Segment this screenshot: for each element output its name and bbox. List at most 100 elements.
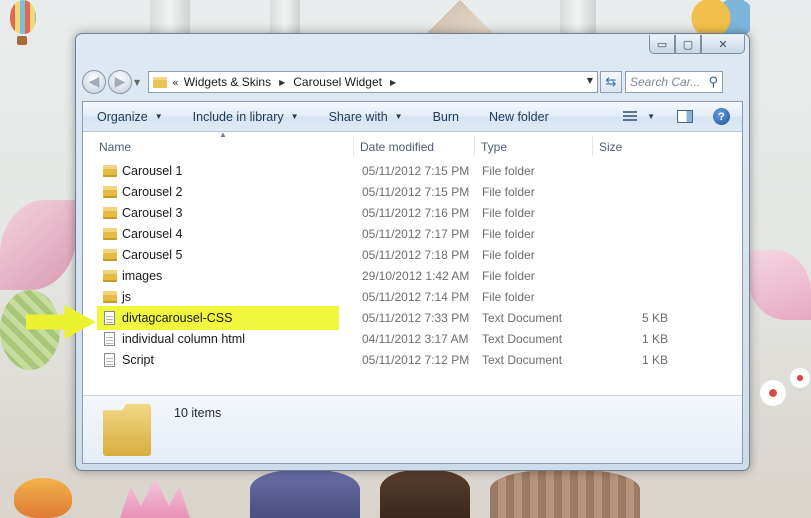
details-pane: 10 items xyxy=(83,395,742,463)
file-row[interactable]: individual column html 04/11/2012 3:17 AM… xyxy=(97,328,677,349)
file-type: Text Document xyxy=(482,352,563,367)
file-name: individual column html xyxy=(122,331,245,346)
breadcrumb-separator-icon[interactable]: ▶ xyxy=(279,78,285,87)
preview-pane-icon[interactable] xyxy=(677,110,693,123)
refresh-button[interactable]: ⇆ xyxy=(600,71,622,93)
file-row[interactable]: images 29/10/2012 1:42 AM File folder xyxy=(97,265,677,286)
file-type: Text Document xyxy=(482,331,563,346)
file-name: Carousel 2 xyxy=(122,184,183,199)
folder-icon xyxy=(103,248,117,261)
text-document-icon xyxy=(104,310,115,325)
recent-pages-dropdown[interactable]: ▼ xyxy=(134,78,144,87)
file-name: divtagcarousel-CSS xyxy=(122,310,233,325)
file-date-modified: 05/11/2012 7:17 PM xyxy=(362,226,470,241)
explorer-window: ▭ ▢ ✕ ◀ ▶ ▼ « Widgets & Skins ▶ Carousel… xyxy=(75,33,750,471)
file-size: 5 KB xyxy=(641,310,668,325)
bird-decoration xyxy=(14,478,72,518)
folder-icon xyxy=(103,206,117,219)
text-document-icon xyxy=(104,352,115,367)
file-type: File folder xyxy=(482,247,535,262)
bee-decoration xyxy=(690,0,750,36)
close-button[interactable]: ✕ xyxy=(701,35,745,54)
explorer-content: Organize ▼ Include in library ▼ Share with… xyxy=(82,101,743,464)
flower-decoration xyxy=(760,380,786,406)
file-type: File folder xyxy=(482,268,535,283)
refresh-icon: ⇆ xyxy=(605,74,617,90)
address-overflow-chevron[interactable]: « xyxy=(172,76,179,89)
new-folder-label: New folder xyxy=(488,109,549,124)
file-row[interactable]: js 05/11/2012 7:14 PM File folder xyxy=(97,286,677,307)
include-in-library-label: Include in library xyxy=(192,109,284,124)
address-bar[interactable]: « Widgets & Skins ▶ Carousel Widget ▶ ▼ xyxy=(148,71,598,93)
lotus-decoration xyxy=(120,478,190,518)
share-with-menu[interactable]: Share with ▼ xyxy=(329,110,403,124)
organize-label: Organize xyxy=(97,109,148,124)
leaf-decoration xyxy=(748,250,811,320)
file-row[interactable]: divtagcarousel-CSS 05/11/2012 7:33 PM Text… xyxy=(97,306,677,330)
chevron-down-icon: ▼ xyxy=(394,112,403,121)
file-size: 1 KB xyxy=(641,331,668,346)
column-divider[interactable] xyxy=(592,136,593,156)
file-date-modified: 05/11/2012 7:18 PM xyxy=(362,247,470,262)
search-placeholder: Search Car... xyxy=(630,75,701,89)
column-header-type[interactable]: Type xyxy=(481,140,507,154)
file-type: File folder xyxy=(482,184,535,199)
hot-air-balloon-decoration xyxy=(10,0,36,34)
command-bar: Organize ▼ Include in library ▼ Share with… xyxy=(83,102,742,132)
file-type: Text Document xyxy=(482,310,563,325)
view-details-icon[interactable] xyxy=(623,111,638,122)
search-icon[interactable]: ⚲ xyxy=(708,75,718,90)
back-button[interactable]: ◀ xyxy=(82,70,106,94)
new-folder-button[interactable]: New folder xyxy=(489,110,549,124)
file-row[interactable]: Carousel 3 05/11/2012 7:16 PM File folder xyxy=(97,202,677,223)
column-header-date-modified[interactable]: Date modified xyxy=(360,140,434,154)
column-header-name[interactable]: Name xyxy=(99,140,131,154)
help-icon[interactable]: ? xyxy=(713,108,730,125)
folder-icon xyxy=(103,164,117,177)
file-type: File folder xyxy=(482,226,535,241)
folder-icon xyxy=(103,269,117,282)
forward-button[interactable]: ▶ xyxy=(108,70,132,94)
breadcrumb-widgets-skins[interactable]: Widgets & Skins xyxy=(184,75,271,89)
minimize-button[interactable]: ▭ xyxy=(649,35,675,54)
leaf-decoration xyxy=(0,200,76,290)
breadcrumb-carousel-widget[interactable]: Carousel Widget xyxy=(293,75,382,89)
file-name: images xyxy=(122,268,163,283)
breadcrumb-separator-icon[interactable]: ▶ xyxy=(390,78,396,87)
wallpaper-pillar xyxy=(150,0,190,33)
file-list: Carousel 1 05/11/2012 7:15 PM File folder C… xyxy=(83,158,742,388)
view-options-dropdown[interactable]: ▼ xyxy=(647,112,655,121)
text-document-icon xyxy=(104,331,115,346)
file-type: File folder xyxy=(482,205,535,220)
include-in-library-menu[interactable]: Include in library ▼ xyxy=(193,110,299,124)
column-header-size[interactable]: Size xyxy=(599,140,622,154)
navigation-bar: ◀ ▶ ▼ « Widgets & Skins ▶ Carousel Widge… xyxy=(82,69,743,95)
flower-decoration xyxy=(790,368,810,388)
address-dropdown-icon[interactable]: ▼ xyxy=(587,76,593,85)
file-name: js xyxy=(122,289,132,304)
file-row[interactable]: Carousel 5 05/11/2012 7:18 PM File folder xyxy=(97,244,677,265)
file-row[interactable]: Carousel 4 05/11/2012 7:17 PM File folder xyxy=(97,223,677,244)
organize-menu[interactable]: Organize ▼ xyxy=(97,110,163,124)
file-row[interactable]: Script 05/11/2012 7:12 PM Text Document 1 K… xyxy=(97,349,677,370)
file-date-modified: 05/11/2012 7:15 PM xyxy=(362,184,470,199)
column-divider[interactable] xyxy=(474,136,475,156)
maximize-button[interactable]: ▢ xyxy=(675,35,701,54)
item-count: 10 items xyxy=(174,406,222,420)
forward-arrow-icon: ▶ xyxy=(114,74,126,90)
file-name: Script xyxy=(122,352,154,367)
back-arrow-icon: ◀ xyxy=(88,74,100,90)
search-input[interactable]: Search Car... ⚲ xyxy=(625,71,723,93)
burn-button[interactable]: Burn xyxy=(433,110,459,124)
file-row[interactable]: Carousel 1 05/11/2012 7:15 PM File folder xyxy=(97,160,677,181)
figure-decoration xyxy=(250,470,360,518)
file-date-modified: 29/10/2012 1:42 AM xyxy=(362,268,470,283)
file-date-modified: 05/11/2012 7:14 PM xyxy=(362,289,470,304)
column-divider[interactable] xyxy=(353,136,354,156)
file-name: Carousel 4 xyxy=(122,226,183,241)
sort-ascending-icon: ▲ xyxy=(219,130,227,139)
file-row[interactable]: Carousel 2 05/11/2012 7:15 PM File folder xyxy=(97,181,677,202)
caption-buttons: ▭ ▢ ✕ xyxy=(649,35,745,54)
file-name: Carousel 3 xyxy=(122,205,183,220)
file-date-modified: 05/11/2012 7:33 PM xyxy=(362,310,470,325)
